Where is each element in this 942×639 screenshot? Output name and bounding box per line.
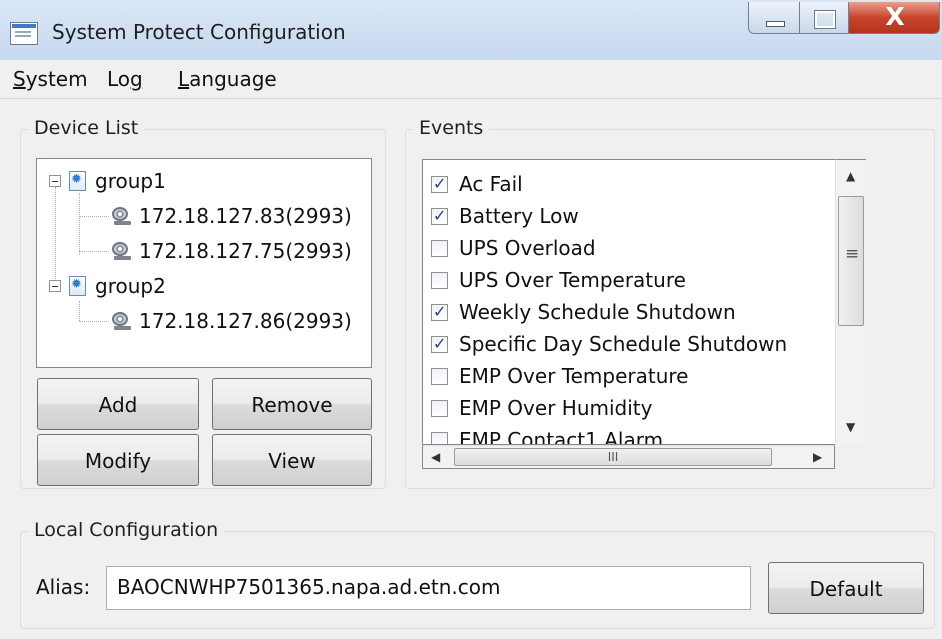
- vertical-scroll-thumb[interactable]: [838, 196, 864, 326]
- app-window: System Protect Configuration X System Lo…: [0, 0, 942, 639]
- event-label: Ac Fail: [459, 172, 523, 196]
- event-label: Battery Low: [459, 204, 579, 228]
- scroll-down-icon[interactable]: ▼: [846, 421, 855, 433]
- tree-branch-dev1: [79, 216, 109, 217]
- checkbox-unchecked[interactable]: [431, 432, 448, 444]
- menu-bar: System Log Language: [0, 60, 942, 99]
- alias-input[interactable]: BAOCNWHP7501365.napa.ad.etn.com: [106, 566, 751, 610]
- menu-language-mnemonic: L: [178, 67, 190, 91]
- tree-group-label: group2: [95, 274, 166, 298]
- event-label: UPS Overload: [459, 236, 596, 260]
- events-vertical-scrollbar[interactable]: ▲ ▼: [835, 159, 866, 445]
- scrollbar-corner: [835, 445, 866, 469]
- title-bar: System Protect Configuration X: [0, 0, 942, 61]
- menu-system[interactable]: System: [13, 66, 88, 92]
- checkbox-checked[interactable]: [431, 207, 448, 225]
- checkbox-unchecked[interactable]: [431, 400, 448, 417]
- tree-line-group2: [79, 301, 80, 321]
- menu-log-prefix: Lo: [107, 67, 131, 91]
- tree-device-label: 172.18.127.86(2993): [139, 309, 352, 333]
- view-button[interactable]: View: [212, 434, 372, 486]
- tree-branch-dev3: [79, 321, 109, 322]
- tree-device-label: 172.18.127.75(2993): [139, 239, 352, 263]
- default-button[interactable]: Default: [768, 562, 924, 614]
- menu-log[interactable]: Log: [107, 66, 143, 92]
- events-horizontal-scrollbar[interactable]: ◀ III ▶: [422, 445, 835, 469]
- tree-branch-dev2: [79, 251, 109, 252]
- checkbox-unchecked[interactable]: [431, 368, 448, 385]
- scroll-left-icon[interactable]: ◀: [431, 451, 440, 463]
- checkbox-checked[interactable]: [431, 335, 448, 353]
- checkbox-unchecked[interactable]: [431, 272, 448, 289]
- event-label: EMP Over Humidity: [459, 396, 653, 420]
- menu-language[interactable]: Language: [178, 66, 277, 92]
- event-label: Weekly Schedule Shutdown: [459, 300, 736, 324]
- collapse-box-icon[interactable]: [49, 280, 61, 292]
- group-gear-icon: [69, 276, 86, 296]
- tree-line-group1: [79, 193, 80, 255]
- events-legend: Events: [413, 115, 490, 141]
- horizontal-scroll-thumb[interactable]: III: [454, 448, 772, 466]
- menu-language-rest: anguage: [189, 67, 277, 91]
- checkbox-unchecked[interactable]: [431, 240, 448, 257]
- scroll-up-icon[interactable]: ▲: [846, 170, 855, 182]
- scroll-right-icon[interactable]: ▶: [813, 451, 822, 463]
- ups-device-icon: [111, 206, 133, 226]
- events-list[interactable]: Ac Fail Battery Low UPS Overload UPS Ove…: [422, 159, 836, 445]
- tree-group-label: group1: [95, 169, 166, 193]
- app-window-icon: [10, 22, 38, 45]
- menu-log-mnemonic: g: [130, 67, 143, 91]
- close-icon: X: [885, 2, 905, 31]
- ups-device-icon: [111, 311, 133, 331]
- remove-button[interactable]: Remove: [212, 378, 372, 430]
- device-list-legend: Device List: [28, 115, 145, 141]
- checkbox-checked[interactable]: [431, 303, 448, 321]
- local-config-legend: Local Configuration: [28, 517, 225, 543]
- menu-system-mnemonic: S: [13, 67, 26, 91]
- menu-system-rest: ystem: [25, 67, 88, 91]
- group-gear-icon: [69, 171, 86, 191]
- event-label: Specific Day Schedule Shutdown: [459, 332, 788, 356]
- ups-device-icon: [111, 241, 133, 261]
- maximize-button[interactable]: [799, 2, 849, 34]
- add-button[interactable]: Add: [37, 378, 199, 430]
- checkbox-checked[interactable]: [431, 175, 448, 193]
- window-title: System Protect Configuration: [52, 20, 346, 44]
- close-button[interactable]: X: [848, 2, 940, 34]
- device-tree[interactable]: group1 172.18.127.83(2993) 172.18.127.75…: [36, 158, 372, 368]
- event-label: EMP Over Temperature: [459, 364, 689, 388]
- tree-device-label: 172.18.127.83(2993): [139, 204, 352, 228]
- alias-label: Alias:: [36, 575, 91, 599]
- collapse-box-icon[interactable]: [49, 175, 61, 187]
- event-label: UPS Over Temperature: [459, 268, 686, 292]
- minimize-button[interactable]: [748, 2, 800, 34]
- modify-button[interactable]: Modify: [37, 434, 199, 486]
- tree-line-root: [55, 187, 56, 291]
- event-label: EMP Contact1 Alarm: [459, 428, 664, 445]
